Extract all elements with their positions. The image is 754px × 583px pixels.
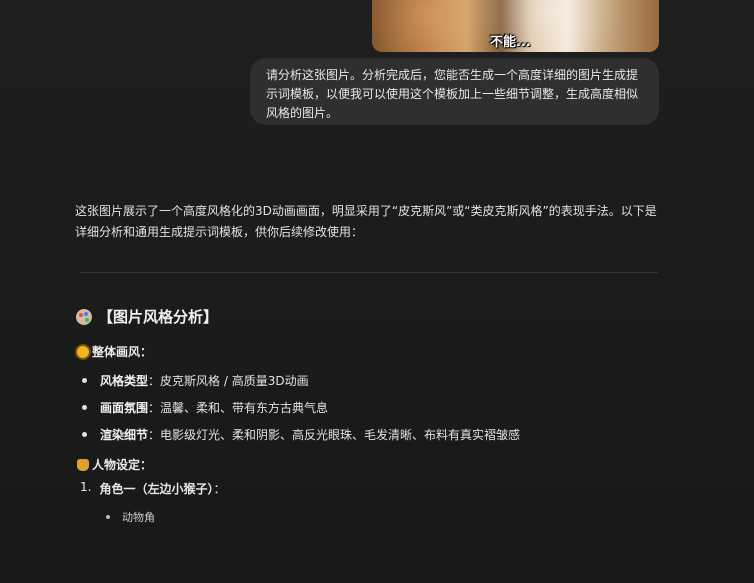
bullet-dot [82, 378, 87, 383]
list-item-label: 风格类型 [100, 374, 149, 388]
section-heading: 【图片风格分析】 [76, 306, 218, 327]
section-title: 【图片风格分析】 [98, 308, 219, 326]
nested-list-item: 动物角 [106, 509, 155, 525]
sun-icon [77, 345, 89, 358]
bag-icon [77, 458, 89, 471]
character-label: 角色一（左边小猴子） [99, 482, 214, 496]
character-heading: 人物设定： [77, 456, 152, 473]
list-item-value: ：温馨、柔和、带有东方古典气息 [148, 401, 329, 415]
character-suffix: ： [213, 482, 226, 496]
user-message-text: 请分析这张图片。分析完成后，您能否生成一个高度详细的图片生成提示词模板，以便我可… [266, 68, 639, 120]
bullet-dot [106, 515, 110, 519]
list-item-label: 渲染细节 [100, 428, 149, 442]
overall-style-list: 风格类型 ：皮克斯风格 / 高质量3D动画 画面氛围 ：温馨、柔和、带有东方古典… [80, 367, 520, 448]
ordered-list-item: 1. 角色一（左边小猴子）： [80, 480, 225, 497]
list-item-value: ：电影级灯光、柔和阴影、高反光眼珠、毛发清晰、布料有真实褶皱感 [148, 428, 521, 442]
list-item: 画面氛围 ：温馨、柔和、带有东方古典气息 [80, 394, 520, 421]
overall-style-title: 整体画风： [92, 345, 153, 359]
assistant-intro: 这张图片展示了一个高度风格化的3D动画画面，明显采用了“皮克斯风”或“类皮克斯风… [75, 204, 657, 239]
list-item-label: 画面氛围 [100, 401, 149, 415]
list-item: 风格类型 ：皮克斯风格 / 高质量3D动画 [80, 367, 520, 394]
list-item-value: ：皮克斯风格 / 高质量3D动画 [148, 374, 309, 388]
overall-style-heading: 整体画风： [77, 343, 152, 360]
bullet-dot [82, 432, 87, 437]
nested-item-text: 动物角 [122, 511, 155, 524]
character-title: 人物设定： [92, 458, 153, 472]
user-message-bubble: 请分析这张图片。分析完成后，您能否生成一个高度详细的图片生成提示词模板，以便我可… [250, 58, 659, 125]
palette-icon [76, 308, 92, 325]
list-item: 渲染细节 ：电影级灯光、柔和阴影、高反光眼珠、毛发清晰、布料有真实褶皱感 [80, 421, 520, 448]
list-number: 1. [80, 480, 92, 494]
bullet-dot [82, 405, 87, 410]
attached-image[interactable]: 不能... [372, 0, 659, 52]
divider [80, 272, 658, 273]
image-caption: 不能... [490, 35, 531, 50]
